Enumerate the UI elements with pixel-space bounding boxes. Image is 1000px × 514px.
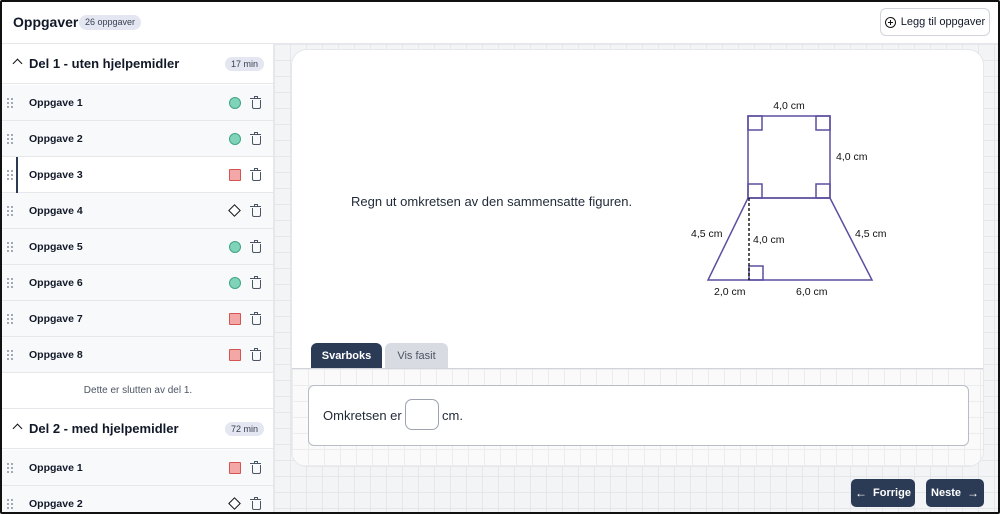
task-row[interactable]: Oppgave 8 <box>2 337 273 373</box>
top-bar: Oppgaver 26 oppgaver Legg til oppgaver <box>2 2 998 44</box>
tab-svarboks[interactable]: Svarboks <box>311 343 382 369</box>
task-label: Oppgave 3 <box>29 169 83 181</box>
task-row[interactable]: Oppgave 2 <box>2 486 273 512</box>
trash-icon[interactable] <box>250 240 261 253</box>
task-label: Oppgave 6 <box>29 277 83 289</box>
label-bottom-left: 2,0 cm <box>714 286 746 298</box>
drag-handle-icon[interactable] <box>6 498 14 510</box>
figure-square <box>747 115 831 199</box>
task-label: Oppgave 7 <box>29 313 83 325</box>
chevron-up-icon <box>12 423 23 434</box>
trash-icon[interactable] <box>250 204 261 217</box>
status-square-icon <box>229 462 241 474</box>
drag-handle-icon[interactable] <box>6 313 14 325</box>
section-title: Del 1 - uten hjelpemidler <box>29 56 180 71</box>
drag-handle-icon[interactable] <box>6 277 14 289</box>
plus-circle-icon <box>884 16 896 28</box>
task-row[interactable]: Oppgave 7 <box>2 301 273 337</box>
drag-handle-icon[interactable] <box>6 349 14 361</box>
task-label: Oppgave 2 <box>29 133 83 145</box>
drag-handle-icon[interactable] <box>6 133 14 145</box>
right-angle-mark <box>748 265 764 281</box>
answer-box: Omkretsen er cm. <box>308 385 969 446</box>
next-label: Neste <box>931 487 961 499</box>
task-row[interactable]: Oppgave 2 <box>2 121 273 157</box>
task-row[interactable]: Oppgave 1 <box>2 85 273 121</box>
task-label: Oppgave 1 <box>29 97 83 109</box>
task-label: Oppgave 8 <box>29 349 83 361</box>
trash-icon[interactable] <box>250 132 261 145</box>
task-label: Oppgave 2 <box>29 498 83 510</box>
status-diamond-icon <box>228 497 241 510</box>
status-circle-icon <box>229 97 241 109</box>
label-right: 4,0 cm <box>836 151 868 163</box>
task-row[interactable]: Oppgave 6 <box>2 265 273 301</box>
task-label: Oppgave 1 <box>29 462 83 474</box>
drag-handle-icon[interactable] <box>6 97 14 109</box>
task-label: Oppgave 4 <box>29 205 83 217</box>
trash-icon[interactable] <box>250 461 261 474</box>
chevron-up-icon <box>12 58 23 69</box>
composite-figure: 4,0 cm 4,0 cm 4,5 cm 4,5 cm 4,0 cm 2,0 c… <box>691 100 887 298</box>
status-diamond-icon <box>228 204 241 217</box>
figure-trapezoid <box>706 197 874 281</box>
trash-icon[interactable] <box>250 96 261 109</box>
task-row-active[interactable]: Oppgave 3 <box>2 157 273 193</box>
label-right-slant: 4,5 cm <box>855 228 887 240</box>
trash-icon[interactable] <box>250 497 261 510</box>
answer-suffix: cm. <box>442 408 463 423</box>
right-angle-mark <box>747 115 763 131</box>
arrow-left-icon: ← <box>855 486 868 500</box>
label-top: 4,0 cm <box>773 100 805 112</box>
right-angle-mark <box>747 183 763 199</box>
add-tasks-button[interactable]: Legg til oppgaver <box>880 8 990 36</box>
section-title: Del 2 - med hjelpemidler <box>29 421 179 436</box>
status-circle-icon <box>229 241 241 253</box>
label-height: 4,0 cm <box>753 234 785 246</box>
tab-vis-fasit[interactable]: Vis fasit <box>385 343 448 369</box>
trash-icon[interactable] <box>250 348 261 361</box>
label-left-slant: 4,5 cm <box>691 228 723 240</box>
page-title: Oppgaver <box>13 14 79 30</box>
task-label: Oppgave 5 <box>29 241 83 253</box>
right-angle-mark <box>815 115 831 131</box>
status-square-icon <box>229 313 241 325</box>
previous-button[interactable]: ← Forrige <box>851 479 915 507</box>
time-badge: 17 min <box>224 57 264 71</box>
drag-handle-icon[interactable] <box>6 462 14 474</box>
question-text: Regn ut omkretsen av den sammensatte fig… <box>351 194 633 209</box>
status-square-icon <box>229 169 241 181</box>
trash-icon[interactable] <box>250 312 261 325</box>
drag-handle-icon[interactable] <box>6 241 14 253</box>
task-row[interactable]: Oppgave 4 <box>2 193 273 229</box>
section-end-text: Dette er slutten av del 1. <box>2 373 273 409</box>
status-circle-icon <box>229 133 241 145</box>
main-panel: Regn ut omkretsen av den sammensatte fig… <box>274 44 998 512</box>
add-tasks-label: Legg til oppgaver <box>900 16 986 28</box>
answer-input[interactable] <box>405 399 439 430</box>
trash-icon[interactable] <box>250 276 261 289</box>
app-window: Oppgaver 26 oppgaver Legg til oppgaver D… <box>0 0 1000 514</box>
task-card: Regn ut omkretsen av den sammensatte fig… <box>291 49 984 467</box>
answer-area: Omkretsen er cm. <box>292 369 983 466</box>
right-angle-mark <box>815 183 831 199</box>
trash-icon[interactable] <box>250 168 261 181</box>
drag-handle-icon[interactable] <box>6 205 14 217</box>
status-circle-icon <box>229 277 241 289</box>
section-header-del-1[interactable]: Del 1 - uten hjelpemidler 17 min <box>2 44 273 84</box>
arrow-right-icon: → <box>966 486 979 500</box>
label-bottom-right: 6,0 cm <box>796 286 828 298</box>
answer-prefix: Omkretsen er <box>323 408 402 423</box>
next-button[interactable]: Neste → <box>926 479 984 507</box>
status-square-icon <box>229 349 241 361</box>
task-row[interactable]: Oppgave 5 <box>2 229 273 265</box>
task-count-badge: 26 oppgaver <box>79 15 142 30</box>
section-header-del-2[interactable]: Del 2 - med hjelpemidler 72 min <box>2 409 273 449</box>
time-badge: 72 min <box>224 422 264 436</box>
task-row[interactable]: Oppgave 1 <box>2 450 273 486</box>
task-sidebar: Del 1 - uten hjelpemidler 17 min Oppgave… <box>2 44 274 512</box>
previous-label: Forrige <box>873 487 911 499</box>
drag-handle-icon[interactable] <box>6 169 14 181</box>
